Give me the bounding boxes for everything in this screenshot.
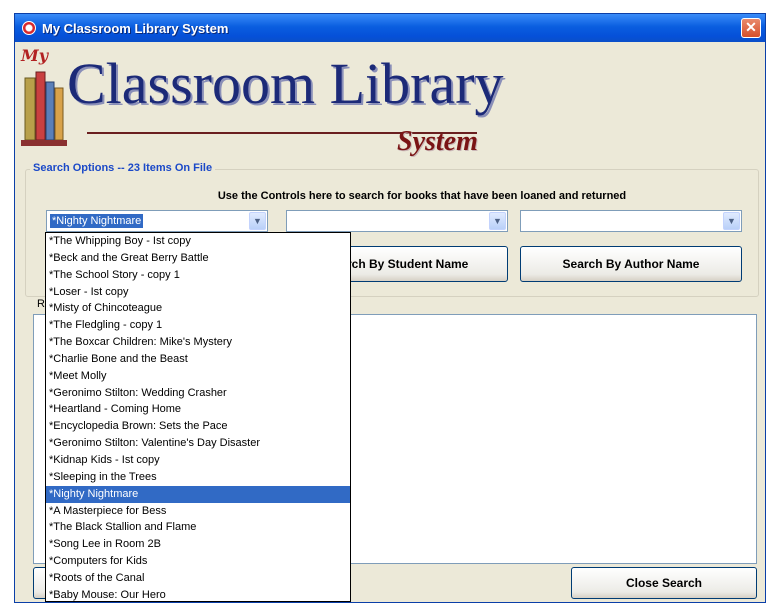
- dropdown-option[interactable]: *Kidnap Kids - Ist copy: [46, 452, 350, 469]
- logo-main-text: Classroom Library: [67, 51, 504, 116]
- student-name-select-value: [290, 214, 294, 216]
- dropdown-option[interactable]: *Charlie Bone and the Beast: [46, 351, 350, 368]
- app-icon: [22, 21, 36, 35]
- dropdown-option[interactable]: *The Whipping Boy - Ist copy: [46, 233, 350, 250]
- dropdown-option[interactable]: *Song Lee in Room 2B: [46, 536, 350, 553]
- dropdown-option[interactable]: *Roots of the Canal: [46, 570, 350, 587]
- dropdown-option[interactable]: *The School Story - copy 1: [46, 267, 350, 284]
- dropdown-option[interactable]: *Sleeping in the Trees: [46, 469, 350, 486]
- close-window-button[interactable]: ✕: [741, 18, 761, 38]
- author-name-select[interactable]: ▼: [520, 210, 742, 232]
- dropdown-option[interactable]: *Geronimo Stilton: Valentine's Day Disas…: [46, 435, 350, 452]
- search-by-author-button[interactable]: Search By Author Name: [520, 246, 742, 282]
- logo-my-text: My: [21, 46, 49, 65]
- chevron-down-icon[interactable]: ▼: [489, 212, 506, 230]
- dropdown-option[interactable]: *Nighty Nightmare: [46, 485, 350, 503]
- dropdown-option[interactable]: *The Fledgling - copy 1: [46, 317, 350, 334]
- book-title-select[interactable]: *Nighty Nightmare ▼: [46, 210, 268, 232]
- student-name-select[interactable]: ▼: [286, 210, 508, 232]
- dropdown-option[interactable]: *Meet Molly: [46, 368, 350, 385]
- dropdown-option[interactable]: *Computers for Kids: [46, 553, 350, 570]
- dropdown-option[interactable]: *The Black Stallion and Flame: [46, 519, 350, 536]
- author-name-select-value: [524, 214, 528, 216]
- title-bar[interactable]: My Classroom Library System ✕: [15, 14, 765, 42]
- close-search-button[interactable]: Close Search: [571, 567, 757, 599]
- search-options-legend: Search Options -- 23 Items On File: [30, 162, 216, 174]
- dropdown-option[interactable]: *Misty of Chincoteague: [46, 300, 350, 317]
- logo-sub-text: System: [397, 126, 478, 157]
- window-title: My Classroom Library System: [42, 20, 229, 36]
- results-label: R: [37, 298, 45, 310]
- dropdown-option[interactable]: *Beck and the Great Berry Battle: [46, 250, 350, 267]
- dropdown-option[interactable]: *Geronimo Stilton: Wedding Crasher: [46, 385, 350, 402]
- chevron-down-icon[interactable]: ▼: [249, 212, 266, 230]
- book-title-dropdown-list[interactable]: *The Whipping Boy - Ist copy *Beck and th…: [45, 232, 351, 602]
- dropdown-option[interactable]: *Loser - Ist copy: [46, 284, 350, 301]
- dropdown-option[interactable]: *A Masterpiece for Bess: [46, 503, 350, 520]
- book-title-select-value: *Nighty Nightmare: [50, 214, 144, 228]
- close-icon: ✕: [745, 19, 757, 35]
- chevron-down-icon[interactable]: ▼: [723, 212, 740, 230]
- dropdown-option[interactable]: *Heartland - Coming Home: [46, 401, 350, 418]
- app-logo: My Classroom Library System: [19, 44, 539, 164]
- dropdown-option[interactable]: *Encyclopedia Brown: Sets the Pace: [46, 418, 350, 435]
- dropdown-option[interactable]: *The Boxcar Children: Mike's Mystery: [46, 334, 350, 351]
- app-window: My Classroom Library System ✕ My Classro…: [14, 13, 766, 603]
- dropdown-option[interactable]: *Baby Mouse: Our Hero: [46, 587, 350, 601]
- search-instructions: Use the Controls here to search for book…: [217, 190, 627, 202]
